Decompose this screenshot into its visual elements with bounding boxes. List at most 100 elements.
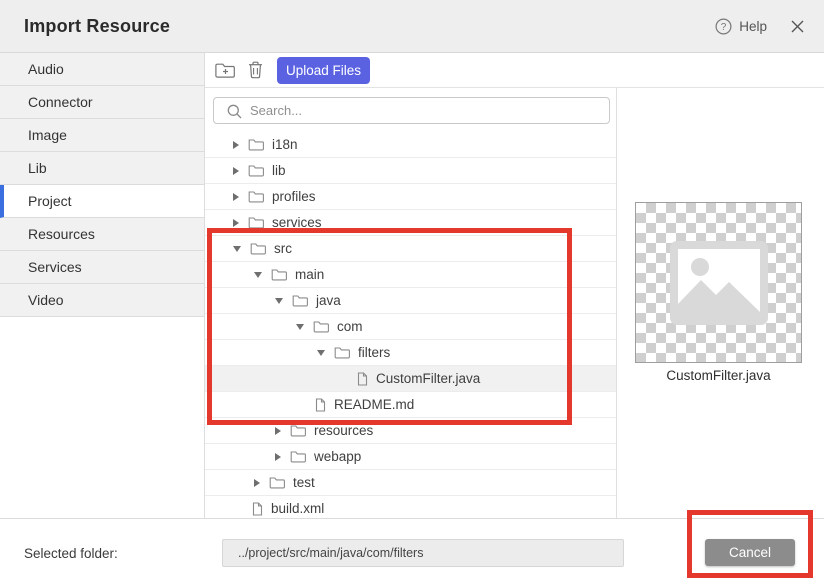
tree-item-label: src	[274, 241, 292, 256]
tree-row-profiles[interactable]: profiles	[205, 184, 617, 210]
sidebar-item-services[interactable]: Services	[0, 251, 204, 284]
tree-row-webapp[interactable]: webapp	[205, 444, 617, 470]
tree-row-java[interactable]: java	[205, 288, 617, 314]
tree-item-label: webapp	[314, 449, 361, 464]
file-icon	[357, 372, 368, 386]
help-label: Help	[739, 19, 767, 34]
chevron-down-icon[interactable]	[254, 272, 262, 278]
tree-row-src[interactable]: src	[205, 236, 617, 262]
tree-row-resources[interactable]: resources	[205, 418, 617, 444]
delete-button[interactable]	[248, 61, 263, 79]
tree-item-label: profiles	[272, 189, 316, 204]
dialog-header: Import Resource ? Help	[0, 0, 824, 53]
tree-row-test[interactable]: test	[205, 470, 617, 496]
tree-item-label: build.xml	[271, 501, 324, 516]
preview-thumbnail	[635, 202, 802, 363]
sidebar-item-video[interactable]: Video	[0, 284, 204, 317]
upload-files-button[interactable]: Upload Files	[277, 57, 370, 84]
folder-icon	[248, 164, 264, 177]
folder-icon	[292, 294, 308, 307]
folder-icon	[290, 450, 306, 463]
tree-item-label: filters	[358, 345, 390, 360]
sidebar-item-label: Image	[28, 127, 67, 143]
sidebar-item-label: Lib	[28, 160, 47, 176]
tree-row-filters[interactable]: filters	[205, 340, 617, 366]
add-folder-button[interactable]	[215, 62, 236, 79]
sidebar-item-label: Project	[28, 193, 72, 209]
folder-icon	[271, 268, 287, 281]
sidebar-item-project[interactable]: Project	[0, 185, 204, 218]
folder-icon	[290, 424, 306, 437]
tree-item-label: test	[293, 475, 315, 490]
tree-item-label: i18n	[272, 137, 298, 152]
sidebar-item-resources[interactable]: Resources	[0, 218, 204, 251]
tree-item-label: main	[295, 267, 324, 282]
toolbar: Upload Files	[205, 53, 824, 88]
sidebar-item-audio[interactable]: Audio	[0, 53, 204, 86]
sidebar-item-label: Services	[28, 259, 82, 275]
folder-icon	[250, 242, 266, 255]
chevron-right-icon[interactable]	[233, 193, 239, 201]
chevron-right-icon[interactable]	[233, 141, 239, 149]
folder-plus-icon	[215, 62, 236, 79]
page-title: Import Resource	[24, 16, 170, 37]
svg-text:?: ?	[721, 22, 727, 33]
tree-item-label: lib	[272, 163, 286, 178]
tree-item-label: resources	[314, 423, 373, 438]
chevron-down-icon[interactable]	[296, 324, 304, 330]
cancel-button[interactable]: Cancel	[705, 539, 795, 566]
folder-icon	[313, 320, 329, 333]
file-icon	[252, 502, 263, 516]
preview-panel: CustomFilter.java	[617, 88, 824, 518]
sidebar-item-label: Video	[28, 292, 64, 308]
trash-icon	[248, 61, 263, 79]
chevron-down-icon[interactable]	[275, 298, 283, 304]
sidebar-item-connector[interactable]: Connector	[0, 86, 204, 119]
sidebar-item-label: Resources	[28, 226, 95, 242]
chevron-right-icon[interactable]	[233, 167, 239, 175]
file-tree: i18n lib profiles services srcmain java com fil…	[205, 132, 617, 518]
tree-item-label: services	[272, 215, 322, 230]
chevron-right-icon[interactable]	[254, 479, 260, 487]
tree-row-readme-md[interactable]: README.md	[205, 392, 617, 418]
tree-row-services[interactable]: services	[205, 210, 617, 236]
sidebar-item-label: Connector	[28, 94, 93, 110]
chevron-right-icon[interactable]	[233, 219, 239, 227]
search-input[interactable]	[214, 98, 609, 123]
file-icon	[315, 398, 326, 412]
tree-row-i18n[interactable]: i18n	[205, 132, 617, 158]
close-icon	[791, 20, 804, 33]
chevron-down-icon[interactable]	[233, 246, 241, 252]
folder-icon	[269, 476, 285, 489]
folder-icon	[248, 190, 264, 203]
folder-icon	[248, 216, 264, 229]
chevron-right-icon[interactable]	[275, 427, 281, 435]
sidebar-item-label: Audio	[28, 61, 64, 77]
tree-row-com[interactable]: com	[205, 314, 617, 340]
preview-filename: CustomFilter.java	[635, 368, 802, 383]
tree-row-customfilter-java[interactable]: CustomFilter.java	[205, 366, 617, 392]
tree-item-label: README.md	[334, 397, 414, 412]
sidebar: Audio Connector Image Lib Project Resources Se…	[0, 53, 205, 518]
header-actions: ? Help	[715, 18, 804, 35]
tree-item-label: com	[337, 319, 363, 334]
search-box	[213, 97, 610, 124]
chevron-right-icon[interactable]	[275, 453, 281, 461]
selected-folder-field[interactable]	[222, 539, 624, 567]
tree-item-label: java	[316, 293, 341, 308]
help-button[interactable]: ? Help	[715, 18, 767, 35]
tree-row-lib[interactable]: lib	[205, 158, 617, 184]
tree-item-label: CustomFilter.java	[376, 371, 480, 386]
image-placeholder-icon	[670, 241, 768, 325]
selected-folder-label: Selected folder:	[24, 546, 118, 561]
close-button[interactable]	[791, 20, 804, 33]
chevron-down-icon[interactable]	[317, 350, 325, 356]
tree-row-main[interactable]: main	[205, 262, 617, 288]
sidebar-item-lib[interactable]: Lib	[0, 152, 204, 185]
file-tree-panel: i18n lib profiles services srcmain java com fil…	[205, 88, 617, 518]
folder-icon	[334, 346, 350, 359]
tree-row-build-xml[interactable]: build.xml	[205, 496, 617, 518]
dialog-footer: Selected folder: Cancel	[0, 518, 824, 587]
folder-icon	[248, 138, 264, 151]
sidebar-item-image[interactable]: Image	[0, 119, 204, 152]
